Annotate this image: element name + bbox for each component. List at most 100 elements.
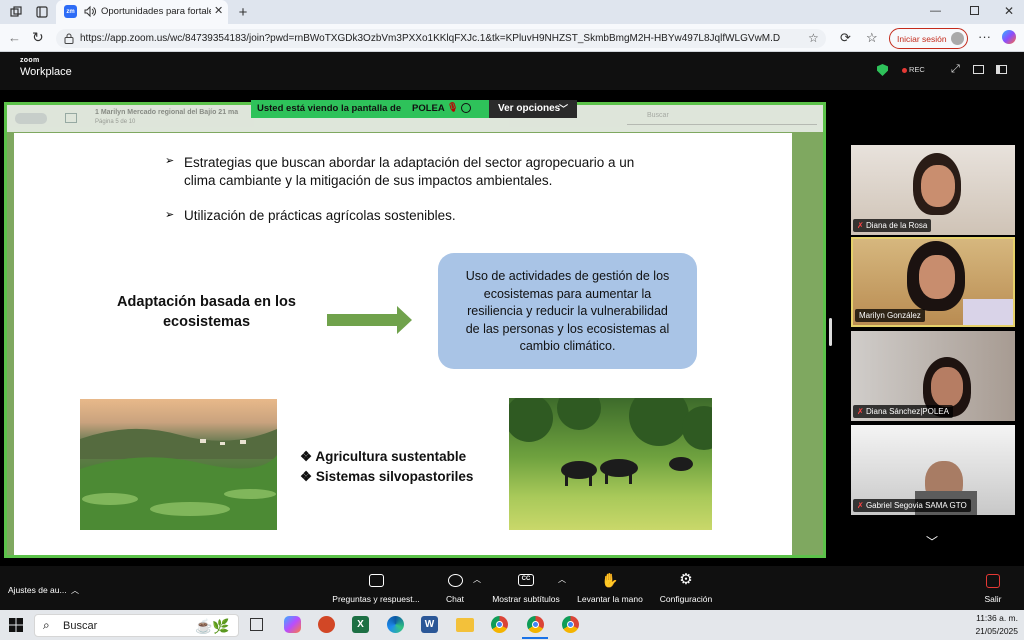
new-tab-icon[interactable]: + [235, 4, 251, 21]
qa-label: Preguntas y respuest... [332, 594, 420, 604]
back-icon[interactable]: ← [8, 30, 21, 45]
favorite-star-icon[interactable]: ☆ [808, 31, 819, 45]
participant-name-tag: ✗ Diana Sánchez|POLEA [853, 405, 953, 418]
captions-button[interactable]: CC Mostrar subtítulos [488, 566, 564, 610]
sharer-page-info: Página 5 de 10 [95, 119, 136, 125]
site-info-icon[interactable] [64, 33, 74, 44]
close-tab-icon[interactable]: ✕ [214, 4, 223, 17]
chrome-profile-2-icon[interactable] [562, 616, 579, 633]
signin-button[interactable]: Iniciar sesión [889, 28, 968, 49]
copilot-icon[interactable] [1002, 30, 1016, 44]
chat-label: Chat [446, 594, 464, 604]
audio-settings-button[interactable]: Ajustes de au... ︿ [8, 585, 79, 596]
item-1-label: Agricultura sustentable [315, 449, 467, 464]
browser-tab[interactable]: zm Oportunidades para fortalec ✕ [56, 0, 228, 24]
favorites-icon[interactable]: ☆ [866, 30, 878, 46]
edge-icon[interactable] [387, 616, 404, 633]
diamond-bullet-icon: ❖ [300, 449, 316, 464]
minimize-icon[interactable]: — [930, 5, 941, 17]
captions-icon: CC [518, 574, 534, 586]
pin-icon[interactable] [461, 103, 471, 113]
windows-taskbar: ⌕ Buscar ☕🌿 X W 11:36 a. m. 21/05/2025 [0, 610, 1024, 640]
chevron-up-icon[interactable]: ︿ [71, 586, 79, 595]
audio-settings-label: Ajustes de au... [8, 585, 67, 595]
profile-avatar-icon [951, 32, 964, 45]
speaker-icon[interactable] [83, 5, 96, 18]
settings-button[interactable]: ⚙ Configuración [654, 566, 718, 610]
search-icon: ⌕ [43, 618, 50, 632]
task-view-icon[interactable] [250, 618, 263, 631]
qa-icon [368, 574, 384, 587]
panel-resize-handle[interactable] [829, 318, 832, 346]
copilot-app-icon[interactable] [284, 616, 301, 633]
more-icon[interactable]: ··· [978, 29, 991, 44]
extensions-icon[interactable]: ⟳ [840, 30, 851, 46]
presentation-slide: ➢ Estrategias que buscan abordar la adap… [14, 133, 792, 555]
excel-icon[interactable]: X [352, 616, 369, 633]
taskbar-clock[interactable]: 11:36 a. m. 21/05/2025 [960, 613, 1018, 636]
chrome-profile-icon[interactable] [527, 616, 544, 633]
fullscreen-icon[interactable]: ⤢ [951, 63, 960, 76]
chevron-up-icon[interactable]: ︿ [473, 574, 481, 585]
taskbar-search[interactable]: ⌕ Buscar ☕🌿 [34, 614, 239, 637]
captions-label: Mostrar subtítulos [492, 594, 560, 604]
participant-name: Diana Sánchez|POLEA [865, 407, 949, 416]
definition-box: Uso de actividades de gestión de los eco… [438, 253, 697, 369]
participant-tile[interactable]: ✗ Diana Sánchez|POLEA [851, 331, 1015, 421]
concept-title: Adaptación basada en los ecosistemas [99, 292, 314, 332]
sharer-doc-title: 1 Marilyn Mercado regional del Bajío 21 … [95, 109, 239, 116]
participant-name: Gabriel Segovia SAMA GTO [865, 501, 967, 510]
raise-hand-label: Levantar la mano [577, 594, 643, 604]
bullet-1: Estrategias que buscan abordar la adapta… [184, 154, 784, 190]
shared-screen[interactable]: 1 Marilyn Mercado regional del Bajío 21 … [4, 102, 826, 558]
workspaces-icon[interactable] [8, 5, 24, 19]
leave-button[interactable]: Salir [978, 566, 1008, 610]
chat-button[interactable]: Chat [436, 566, 474, 610]
raise-hand-button[interactable]: ✋ Levantar la mano [574, 566, 646, 610]
view-options-button[interactable]: Ver opciones ﹀ [489, 100, 577, 118]
powerpoint-icon[interactable] [318, 616, 335, 633]
participant-name: Marilyn González [859, 311, 921, 320]
definition-line-5: cambio climático. [519, 339, 616, 353]
rec-label: REC [909, 65, 925, 74]
more-participants-chevron-icon[interactable]: ﹀ [926, 533, 938, 550]
gallery-view-icon[interactable] [996, 65, 1007, 74]
encryption-shield-icon[interactable] [877, 64, 888, 76]
zoom-logo-top: zoom [20, 57, 40, 64]
concept-line-2: ecosistemas [162, 314, 251, 330]
close-window-icon[interactable]: ✕ [1004, 4, 1014, 18]
definition-line-3: resiliencia y reducir la vulnerabilidad [467, 304, 668, 318]
sharer-search-label: Buscar [647, 112, 669, 119]
participant-tile[interactable]: ✗ Diana de la Rosa [851, 145, 1015, 235]
concept-line-1: Adaptación basada en los [117, 294, 296, 310]
windows-start-icon[interactable] [9, 618, 23, 632]
sharer-search: Buscar [627, 112, 817, 125]
qa-button[interactable]: Preguntas y respuest... [330, 566, 422, 610]
restore-icon[interactable] [970, 6, 979, 15]
slide-side-panel [793, 133, 823, 555]
chevron-down-icon: ﹀ [559, 104, 569, 114]
word-icon[interactable]: W [421, 616, 438, 633]
chevron-up-icon[interactable]: ︿ [558, 574, 566, 585]
participant-tile[interactable]: ✗ Gabriel Segovia SAMA GTO [851, 425, 1015, 515]
vertical-tabs-icon[interactable] [34, 5, 50, 19]
bullet-1-line-2: clima cambiante y la mitigación de sus i… [184, 173, 553, 188]
url-bar[interactable]: https://app.zoom.us/wc/84739354183/join?… [56, 29, 826, 48]
reload-icon[interactable]: ↻ [32, 29, 44, 46]
clock-time: 11:36 a. m. [976, 613, 1018, 623]
active-app-indicator [522, 637, 548, 639]
chrome-icon[interactable] [491, 616, 508, 633]
gear-icon: ⚙ [679, 571, 693, 588]
sharer-name: POLEA [412, 103, 445, 114]
file-explorer-icon[interactable] [456, 618, 474, 632]
participant-tile-active[interactable]: Marilyn González [851, 237, 1015, 327]
view-layout-icon[interactable] [973, 65, 984, 74]
participant-face [931, 367, 963, 407]
bullet-2: Utilización de prácticas agrícolas soste… [184, 208, 456, 223]
bullet-arrow-icon: ➢ [165, 155, 175, 167]
right-arrow-icon [327, 305, 413, 335]
participant-name-tag: ✗ Diana de la Rosa [853, 219, 932, 232]
clock-date: 21/05/2025 [975, 626, 1018, 636]
bullet-1-line-1: Estrategias que buscan abordar la adapta… [184, 155, 635, 170]
sharing-banner: Usted está viendo la pantalla de POLEA 🎙 [251, 100, 489, 118]
